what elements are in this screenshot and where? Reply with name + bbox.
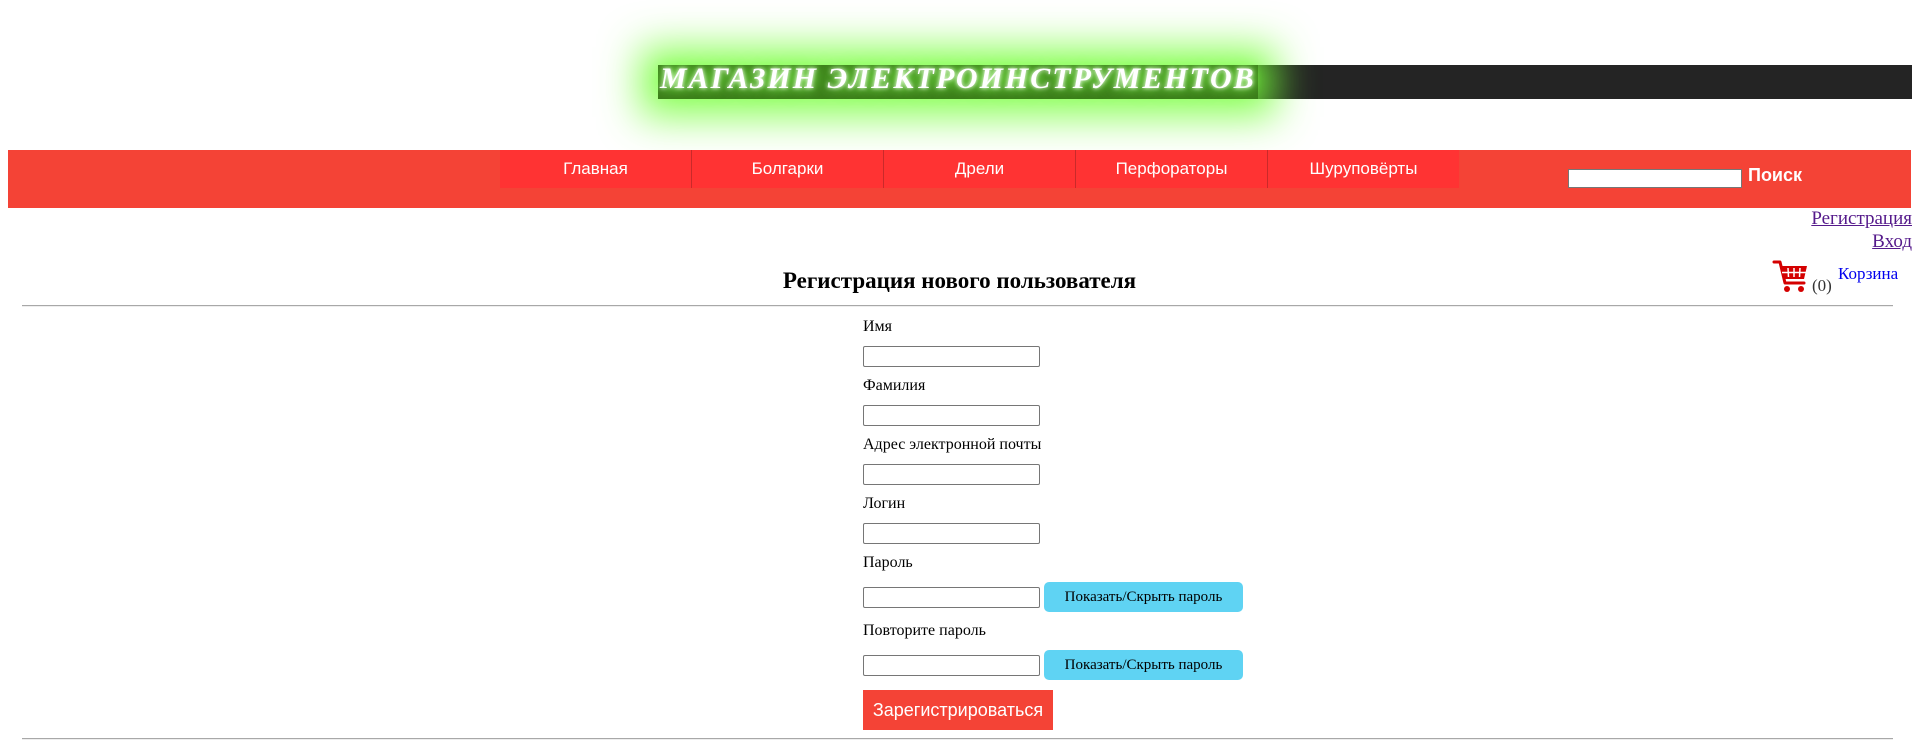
login-label: Логин — [863, 495, 906, 512]
register-link[interactable]: Регистрация — [1811, 208, 1912, 230]
bottom-divider — [22, 738, 1893, 740]
nav-item-home[interactable]: Главная — [500, 150, 692, 188]
site-title: МАГАЗИН ЭЛЕКТРОИНСТРУМЕНТОВ — [660, 62, 1256, 95]
page-title: Регистрация нового пользователя — [782, 268, 1137, 293]
password-repeat-field[interactable] — [863, 655, 1040, 676]
last-name-label: Фамилия — [863, 377, 926, 394]
search-input[interactable] — [1568, 169, 1742, 188]
search-button[interactable]: Поиск — [1748, 165, 1802, 186]
register-submit-button[interactable]: Зарегистрироваться — [863, 690, 1053, 730]
top-divider — [22, 305, 1893, 307]
nav-item-grinders[interactable]: Болгарки — [692, 150, 884, 188]
password-field[interactable] — [863, 587, 1040, 608]
nav-item-drills[interactable]: Дрели — [884, 150, 1076, 188]
last-name-field[interactable] — [863, 405, 1040, 426]
first-name-field[interactable] — [863, 346, 1040, 367]
login-link[interactable]: Вход — [1872, 231, 1912, 253]
toggle-password-button[interactable]: Показать/Скрыть пароль — [1044, 582, 1243, 612]
email-field[interactable] — [863, 464, 1040, 485]
toggle-password-repeat-button[interactable]: Показать/Скрыть пароль — [1044, 650, 1243, 680]
first-name-label: Имя — [863, 318, 893, 335]
login-field[interactable] — [863, 523, 1040, 544]
password-label: Пароль — [863, 554, 913, 571]
email-label: Адрес электронной почты — [863, 436, 1042, 453]
nav-item-screwdrivers[interactable]: Шуруповёрты — [1268, 150, 1459, 188]
nav-item-perforators[interactable]: Перфораторы — [1076, 150, 1268, 188]
password-repeat-label: Повторите пароль — [863, 622, 986, 639]
